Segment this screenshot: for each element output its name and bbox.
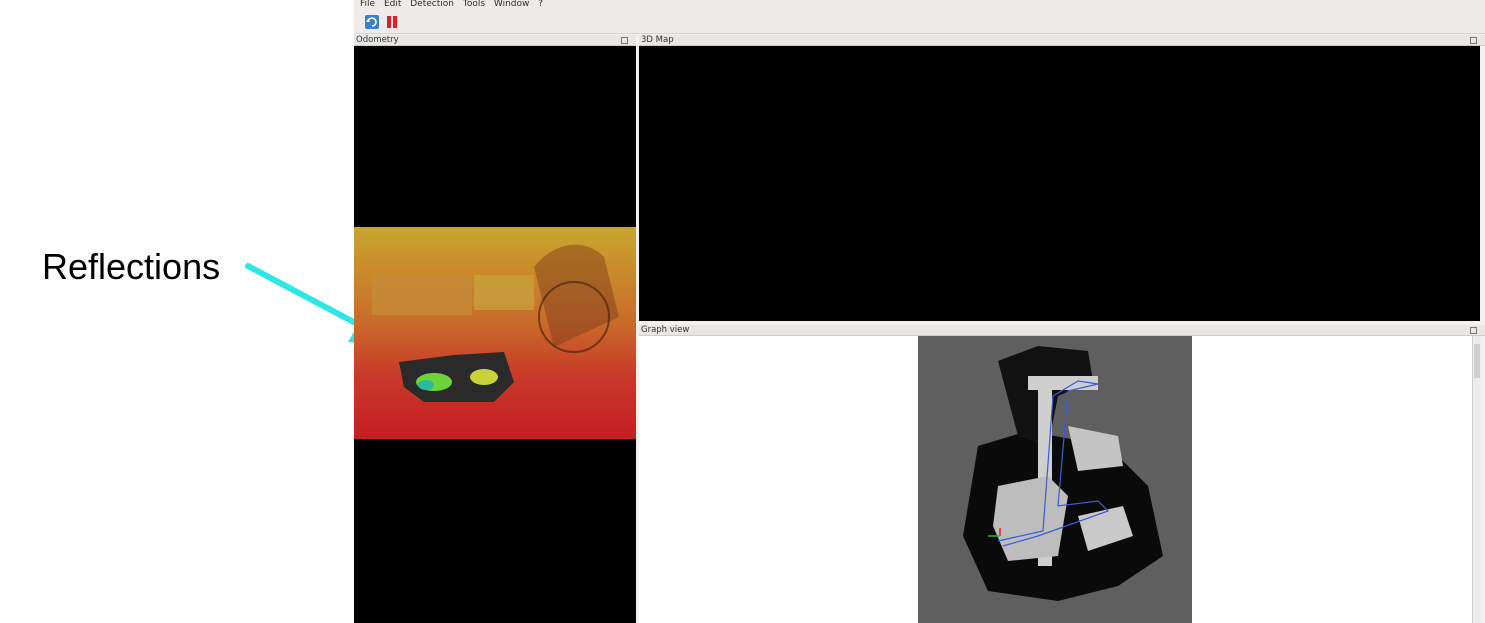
odometry-title: Odometry: [356, 35, 399, 45]
menu-file[interactable]: File: [360, 0, 375, 9]
menu-window[interactable]: Window: [494, 0, 530, 9]
map3d-dock-title: 3D Map: [639, 35, 1485, 55]
menu-edit[interactable]: Edit: [384, 0, 401, 9]
graph-title: Graph view: [641, 325, 690, 335]
graph-scroll-thumb[interactable]: [1474, 344, 1480, 378]
toolbar: [354, 11, 1485, 34]
graph-view[interactable]: [639, 336, 1472, 623]
refresh-icon[interactable]: [364, 14, 380, 30]
graph-dock-buttons[interactable]: [1469, 327, 1483, 345]
occupancy-grid-map: [918, 336, 1192, 623]
reflections-annotation: Reflections: [42, 246, 221, 287]
rtabmap-window: File Edit Detection Tools Window ? Odome…: [354, 0, 1485, 623]
odometry-dock-buttons[interactable]: [620, 37, 634, 55]
map3d-dock-buttons[interactable]: [1469, 37, 1483, 55]
odometry-dock-title: Odometry: [354, 35, 636, 55]
map3d-title: 3D Map: [641, 35, 674, 45]
menu-help[interactable]: ?: [538, 0, 543, 9]
menu-tools[interactable]: Tools: [463, 0, 485, 9]
graph-scrollbar[interactable]: [1472, 336, 1481, 623]
pause-icon[interactable]: [384, 14, 400, 30]
map3d-view[interactable]: [639, 46, 1480, 321]
menu-bar: File Edit Detection Tools Window ?: [354, 0, 1485, 11]
graph-dock-title: Graph view: [639, 325, 1485, 345]
odometry-view: [354, 46, 636, 623]
odometry-image: [354, 227, 636, 439]
menu-detection[interactable]: Detection: [410, 0, 454, 9]
